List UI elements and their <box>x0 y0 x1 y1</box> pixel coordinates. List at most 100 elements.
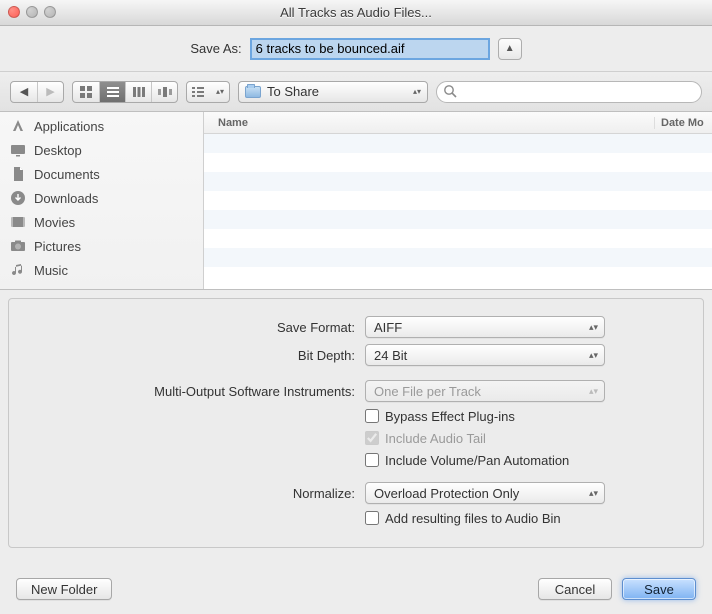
table-row <box>204 153 712 172</box>
table-row <box>204 210 712 229</box>
arrange-icon <box>192 87 204 97</box>
group-arrange-button[interactable]: ▴▾ <box>187 82 229 102</box>
sidebar-item-documents[interactable]: Documents <box>0 162 203 186</box>
vol-pan-label: Include Volume/Pan Automation <box>385 453 569 468</box>
sidebar-item-label: Pictures <box>34 239 81 254</box>
add-bin-checkbox[interactable] <box>365 511 379 525</box>
new-folder-button[interactable]: New Folder <box>16 578 112 600</box>
view-columns-button[interactable] <box>125 82 151 102</box>
column-date[interactable]: Date Mo <box>654 117 712 129</box>
view-coverflow-button[interactable] <box>151 82 177 102</box>
sidebar-item-applications[interactable]: Applications <box>0 114 203 138</box>
location-popup[interactable]: To Share ▴▾ <box>238 81 428 103</box>
view-mode-segment <box>72 81 178 103</box>
bit-depth-value: 24 Bit <box>374 348 407 363</box>
multi-output-label: Multi-Output Software Instruments: <box>25 384 355 399</box>
file-browser: Applications Desktop Documents Downloads… <box>0 112 712 290</box>
save-format-value: AIFF <box>374 320 402 335</box>
multi-output-value: One File per Track <box>374 384 481 399</box>
nav-back-forward: ◀ ▶ <box>10 81 64 103</box>
view-icons-button[interactable] <box>73 82 99 102</box>
save-as-input[interactable] <box>250 38 490 60</box>
save-as-label: Save As: <box>190 41 241 56</box>
options-panel-wrap: Save Format: AIFF ▴▾ Bit Depth: 24 Bit ▴… <box>0 290 712 556</box>
pictures-icon <box>10 238 26 254</box>
file-list-header: Name Date Mo <box>204 112 712 134</box>
bit-depth-label: Bit Depth: <box>25 348 355 363</box>
close-icon[interactable] <box>8 6 20 18</box>
music-icon <box>10 262 26 278</box>
sidebar-item-label: Downloads <box>34 191 98 206</box>
minimize-icon[interactable] <box>26 6 38 18</box>
folder-icon <box>245 86 261 98</box>
audio-tail-label: Include Audio Tail <box>385 431 486 446</box>
sidebar-item-desktop[interactable]: Desktop <box>0 138 203 162</box>
search-field-wrap <box>436 81 702 103</box>
row-audio-tail: Include Audio Tail <box>365 427 687 449</box>
location-name: To Share <box>267 84 319 99</box>
chevron-left-icon: ◀ <box>20 85 28 98</box>
view-list-button[interactable] <box>99 82 125 102</box>
normalize-select[interactable]: Overload Protection Only ▴▾ <box>365 482 605 504</box>
downloads-icon <box>10 190 26 206</box>
cancel-button[interactable]: Cancel <box>538 578 612 600</box>
window-titlebar: All Tracks as Audio Files... <box>0 0 712 26</box>
vol-pan-checkbox[interactable] <box>365 453 379 467</box>
bypass-fx-label: Bypass Effect Plug-ins <box>385 409 515 424</box>
search-icon <box>443 84 457 98</box>
dialog-footer: New Folder Cancel Save <box>0 564 712 614</box>
sidebar-item-pictures[interactable]: Pictures <box>0 234 203 258</box>
audio-tail-checkbox <box>365 431 379 445</box>
file-list: Name Date Mo <box>204 112 712 289</box>
group-arrange-select[interactable]: ▴▾ <box>186 81 230 103</box>
multi-output-select: One File per Track ▴▾ <box>365 380 605 402</box>
updown-arrows-icon: ▴▾ <box>589 388 598 395</box>
browser-toolbar: ◀ ▶ ▴▾ To Share ▴▾ <box>0 72 712 112</box>
documents-icon <box>10 166 26 182</box>
table-row <box>204 248 712 267</box>
row-normalize: Normalize: Overload Protection Only ▴▾ <box>25 479 687 507</box>
sidebar-item-movies[interactable]: Movies <box>0 210 203 234</box>
table-row <box>204 191 712 210</box>
row-vol-pan: Include Volume/Pan Automation <box>365 449 687 471</box>
window-title: All Tracks as Audio Files... <box>0 5 712 20</box>
applications-icon <box>10 118 26 134</box>
search-input[interactable] <box>436 81 702 103</box>
list-icon <box>107 87 119 97</box>
row-bypass-fx: Bypass Effect Plug-ins <box>365 405 687 427</box>
updown-arrows-icon: ▴▾ <box>216 89 224 95</box>
row-multi-output: Multi-Output Software Instruments: One F… <box>25 377 687 405</box>
chevron-up-icon: ▲ <box>505 43 515 54</box>
add-bin-label: Add resulting files to Audio Bin <box>385 511 561 526</box>
normalize-label: Normalize: <box>25 486 355 501</box>
row-save-format: Save Format: AIFF ▴▾ <box>25 313 687 341</box>
sidebar: Applications Desktop Documents Downloads… <box>0 112 204 289</box>
table-row <box>204 172 712 191</box>
bypass-fx-checkbox[interactable] <box>365 409 379 423</box>
chevron-right-icon: ▶ <box>46 85 54 98</box>
back-button[interactable]: ◀ <box>11 82 37 102</box>
expand-collapse-button[interactable]: ▲ <box>498 38 522 60</box>
save-button[interactable]: Save <box>622 578 696 600</box>
updown-arrows-icon: ▴▾ <box>589 324 598 331</box>
bit-depth-select[interactable]: 24 Bit ▴▾ <box>365 344 605 366</box>
table-row <box>204 134 712 153</box>
file-list-rows <box>204 134 712 289</box>
sidebar-item-music[interactable]: Music <box>0 258 203 282</box>
zoom-icon[interactable] <box>44 6 56 18</box>
row-bit-depth: Bit Depth: 24 Bit ▴▾ <box>25 341 687 369</box>
updown-arrows-icon: ▴▾ <box>589 490 598 497</box>
save-as-row: Save As: ▲ <box>0 26 712 72</box>
columns-icon <box>133 87 145 97</box>
movies-icon <box>10 214 26 230</box>
save-format-select[interactable]: AIFF ▴▾ <box>365 316 605 338</box>
save-format-label: Save Format: <box>25 320 355 335</box>
sidebar-item-label: Movies <box>34 215 75 230</box>
sidebar-item-downloads[interactable]: Downloads <box>0 186 203 210</box>
column-name[interactable]: Name <box>204 117 654 129</box>
updown-arrows-icon: ▴▾ <box>589 352 598 359</box>
table-row <box>204 267 712 286</box>
normalize-value: Overload Protection Only <box>374 486 519 501</box>
row-add-bin: Add resulting files to Audio Bin <box>365 507 687 529</box>
forward-button[interactable]: ▶ <box>37 82 63 102</box>
